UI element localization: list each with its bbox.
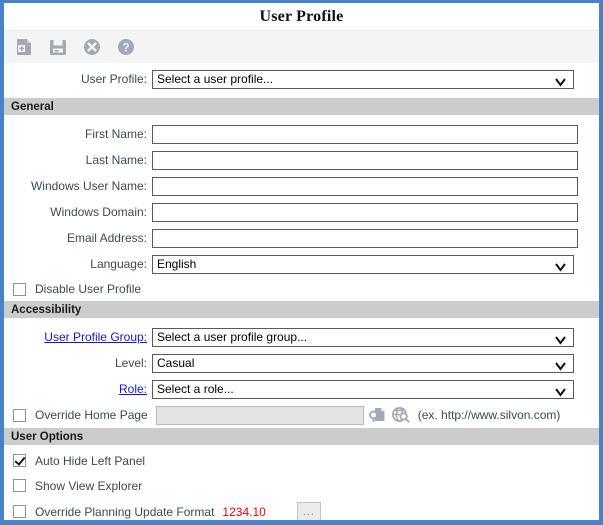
first-name-label: First Name: xyxy=(84,127,147,141)
user-profile-select[interactable]: Select a user profile... xyxy=(152,69,574,90)
row-user-profile: User Profile: Select a user profile... xyxy=(4,66,599,92)
windows-domain-input[interactable] xyxy=(152,202,578,222)
language-label: Language: xyxy=(90,257,147,271)
row-user-profile-group: User Profile Group: Select a user profil… xyxy=(4,324,599,350)
level-select[interactable]: Casual xyxy=(152,353,574,374)
title-bar: User Profile xyxy=(4,3,599,30)
row-level: Level: Casual xyxy=(4,350,599,376)
row-override-home-page: Override Home Page (ex. http://www.silvo… xyxy=(4,402,599,428)
save-icon xyxy=(50,40,66,55)
browse-web-button[interactable] xyxy=(390,405,412,425)
user-profile-group-link[interactable]: User Profile Group: xyxy=(4,330,152,344)
email-address-label: Email Address: xyxy=(66,231,147,245)
role-link[interactable]: Role: xyxy=(4,382,152,396)
chevron-down-icon xyxy=(555,334,566,348)
language-value: English xyxy=(157,256,197,271)
windows-domain-label: Windows Domain: xyxy=(50,205,147,219)
last-name-label: Last Name: xyxy=(85,153,147,167)
section-header-general: General xyxy=(4,98,599,115)
user-profile-group-select[interactable]: Select a user profile group... xyxy=(152,327,574,348)
chevron-down-icon xyxy=(555,76,566,90)
cancel-button[interactable] xyxy=(80,35,104,59)
row-disable-user-profile: Disable User Profile xyxy=(4,277,599,301)
user-profile-window: User Profile ? User Profile: Select a us… xyxy=(0,0,603,525)
role-value: Select a role... xyxy=(157,381,234,396)
help-button[interactable]: ? xyxy=(114,35,138,59)
row-language: Language: English xyxy=(4,251,599,277)
svg-text:?: ? xyxy=(122,43,129,55)
planning-format-sample: 1234.10 xyxy=(222,504,266,519)
show-view-explorer-checkbox[interactable] xyxy=(13,479,26,492)
accessibility-section: User Profile Group: Select a user profil… xyxy=(4,318,599,428)
section-header-user-options: User Options xyxy=(4,428,599,445)
row-show-view-explorer: Show View Explorer xyxy=(4,473,599,498)
row-windows-domain: Windows Domain: xyxy=(4,199,599,225)
general-section: First Name: Last Name: Windows User Name… xyxy=(4,115,599,301)
planning-format-browse-button[interactable]: ... xyxy=(296,501,321,520)
row-first-name: First Name: xyxy=(4,121,599,147)
user-profile-label: User Profile: xyxy=(80,72,147,86)
override-planning-update-format-label: Override Planning Update Format xyxy=(35,504,215,519)
row-last-name: Last Name: xyxy=(4,147,599,173)
section-header-accessibility: Accessibility xyxy=(4,301,599,318)
windows-user-name-label: Windows User Name: xyxy=(30,179,147,193)
chevron-down-icon xyxy=(555,261,566,275)
user-profile-value: Select a user profile... xyxy=(157,71,274,86)
level-value: Casual xyxy=(157,355,195,370)
disable-user-profile-checkbox[interactable] xyxy=(13,282,26,296)
toolbar: ? xyxy=(4,30,599,63)
new-icon xyxy=(17,39,31,55)
help-icon: ? xyxy=(118,39,134,55)
row-role: Role: Select a role... xyxy=(4,376,599,402)
first-name-input[interactable] xyxy=(152,124,578,144)
override-planning-update-format-checkbox[interactable] xyxy=(13,505,26,518)
role-select[interactable]: Select a role... xyxy=(152,379,574,400)
user-options-section: Auto Hide Left Panel Show View Explorer … xyxy=(4,445,599,520)
override-home-page-checkbox[interactable] xyxy=(13,408,26,422)
show-view-explorer-label: Show View Explorer xyxy=(35,478,143,493)
auto-hide-left-panel-label: Auto Hide Left Panel xyxy=(35,453,146,468)
close-icon xyxy=(84,39,100,55)
row-email-address: Email Address: xyxy=(4,225,599,251)
auto-hide-left-panel-checkbox[interactable] xyxy=(13,454,26,467)
email-address-input[interactable] xyxy=(152,228,578,248)
globe-search-icon xyxy=(391,407,410,423)
row-windows-user-name: Windows User Name: xyxy=(4,173,599,199)
chevron-down-icon xyxy=(555,386,566,400)
level-label: Level: xyxy=(114,356,147,370)
home-page-hint: (ex. http://www.silvon.com) xyxy=(417,408,561,422)
user-profile-group-value: Select a user profile group... xyxy=(157,329,308,344)
save-button[interactable] xyxy=(46,35,70,59)
row-override-planning-update-format: Override Planning Update Format 1234.10 … xyxy=(4,498,599,520)
profile-selector-strip: User Profile: Select a user profile... xyxy=(4,63,599,98)
disable-user-profile-label: Disable User Profile xyxy=(35,282,142,296)
page-search-icon xyxy=(368,408,385,422)
browse-page-button[interactable] xyxy=(366,405,388,425)
language-select[interactable]: English xyxy=(152,254,574,275)
page-title: User Profile xyxy=(259,7,344,25)
row-auto-hide-left-panel: Auto Hide Left Panel xyxy=(4,448,599,473)
last-name-input[interactable] xyxy=(152,150,578,170)
override-home-page-input[interactable] xyxy=(155,405,364,425)
new-button[interactable] xyxy=(12,35,36,59)
override-home-page-label: Override Home Page xyxy=(35,408,148,422)
chevron-down-icon xyxy=(555,360,566,374)
windows-user-name-input[interactable] xyxy=(152,176,578,196)
